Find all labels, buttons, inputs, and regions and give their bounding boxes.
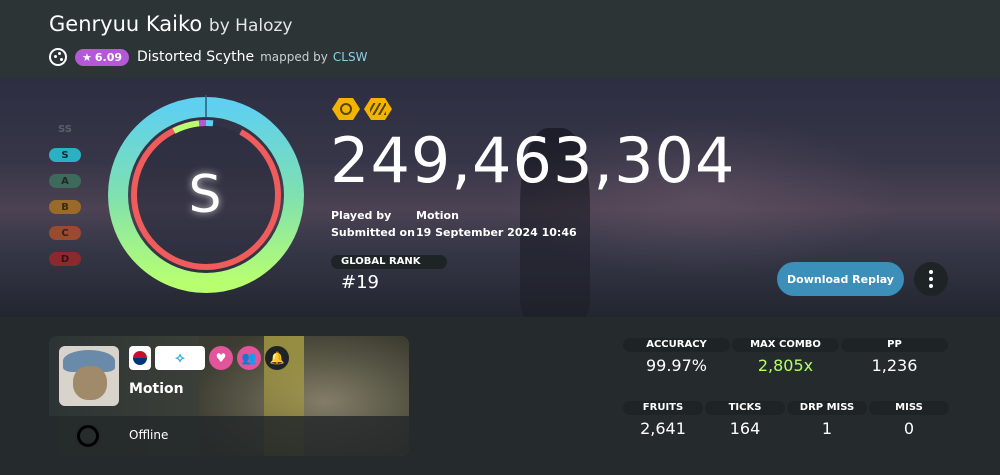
drp-miss-value: 1	[821, 419, 833, 438]
star-rating-value: 6.09	[94, 50, 123, 64]
add-friend-button[interactable]: 👥	[237, 346, 261, 370]
ticks-label: TICKS	[705, 401, 785, 415]
beatmap-header: Genryuu Kaiko by Halozy ★ 6.09 Distorted…	[0, 0, 1000, 78]
stat-ticks: TICKS 164	[705, 401, 785, 438]
team-flag[interactable]: ⟡	[155, 346, 205, 370]
beatmap-title: Genryuu Kaiko by Halozy	[49, 12, 293, 36]
hardrock-mod-icon[interactable]	[364, 98, 392, 120]
submitted-date: 19 September 2024 10:46	[416, 226, 577, 239]
country-flag-kr[interactable]	[129, 346, 151, 370]
played-by-label: Played by	[331, 209, 392, 222]
grade-list: SS S A B C D	[49, 122, 81, 278]
score-banner: SS S A B C D S 249,463,304 Played by Mot…	[0, 78, 1000, 317]
grade-d: D	[49, 252, 81, 266]
grade-b: B	[49, 200, 81, 214]
difficulty-name[interactable]: Distorted Scythe	[137, 49, 254, 65]
accuracy-value: 99.97%	[645, 356, 707, 375]
mapper-link[interactable]: CLSW	[333, 50, 368, 64]
user-badges: ⟡ ♥ 👥 🔔	[129, 346, 289, 370]
star-rating-badge: ★ 6.09	[75, 48, 130, 66]
stat-pp: PP 1,236	[841, 338, 948, 375]
grade-s: S	[49, 148, 81, 162]
user-card[interactable]: ⟡ ♥ 👥 🔔 Motion Offline	[49, 336, 409, 456]
max-combo-label: MAX COMBO	[732, 338, 839, 352]
rank-letter: S	[188, 165, 224, 225]
beatmap-subline: ★ 6.09 Distorted Scythe mapped by CLSW	[49, 47, 367, 67]
stat-miss: MISS 0	[869, 401, 949, 438]
artist-name[interactable]: by Halozy	[209, 16, 293, 36]
more-options-button[interactable]	[914, 262, 948, 296]
grade-c: C	[49, 226, 81, 240]
submitted-row: Submitted on 19 September 2024 10:46	[331, 226, 577, 239]
mapped-by-label: mapped by	[260, 50, 328, 64]
miss-value: 0	[903, 419, 915, 438]
more-dots-icon	[929, 270, 933, 274]
accuracy-label: ACCURACY	[623, 338, 730, 352]
stat-max-combo: MAX COMBO 2,805x	[732, 338, 839, 375]
song-title[interactable]: Genryuu Kaiko	[49, 12, 202, 36]
ticks-value: 164	[729, 419, 761, 438]
supporter-heart-icon[interactable]: ♥	[209, 346, 233, 370]
global-rank-label: GLOBAL RANK	[331, 255, 447, 269]
stat-fruits: FRUITS 2,641	[623, 401, 703, 438]
pp-value: 1,236	[871, 356, 918, 375]
notification-bell-icon[interactable]: 🔔	[265, 346, 289, 370]
catch-mode-icon	[49, 48, 67, 66]
grade-a: A	[49, 174, 81, 188]
avatar[interactable]	[59, 346, 119, 406]
grade-ss: SS	[58, 123, 72, 135]
drp-miss-label: DRP MISS	[787, 401, 867, 415]
fruits-label: FRUITS	[623, 401, 703, 415]
stat-drp-miss: DRP MISS 1	[787, 401, 867, 438]
username[interactable]: Motion	[129, 381, 184, 397]
user-status: Offline	[129, 428, 169, 442]
global-rank-value: #19	[341, 272, 379, 293]
pp-label: PP	[841, 338, 948, 352]
played-by-user[interactable]: Motion	[416, 209, 459, 222]
hidden-mod-icon[interactable]	[332, 98, 360, 120]
played-by-row: Played by Motion	[331, 209, 459, 222]
star-icon: ★	[82, 50, 92, 64]
online-status-icon	[77, 425, 99, 447]
stat-accuracy: ACCURACY 99.97%	[623, 338, 730, 375]
download-replay-button[interactable]: Download Replay	[777, 262, 904, 296]
fruits-value: 2,641	[640, 419, 686, 438]
max-combo-value: 2,805x	[757, 356, 814, 375]
submitted-label: Submitted on	[331, 226, 415, 239]
miss-label: MISS	[869, 401, 949, 415]
mod-list	[332, 98, 392, 120]
team-logo-icon: ⟡	[175, 350, 185, 366]
total-score: 249,463,304	[330, 124, 736, 197]
